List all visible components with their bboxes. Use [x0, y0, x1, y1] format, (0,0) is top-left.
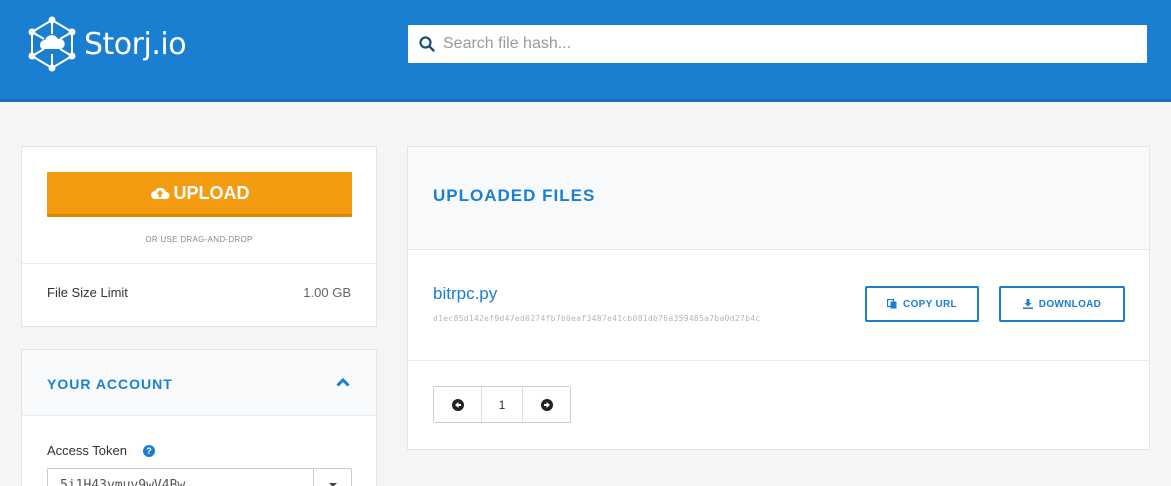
help-icon[interactable]: ?	[143, 445, 155, 457]
download-label: DOWNLOAD	[1038, 298, 1102, 310]
access-token-value: 5i1H43vmuv9wV4Bw	[60, 478, 186, 486]
file-size-limit-value: 1.00 GB	[303, 285, 351, 300]
storj-logo[interactable]: Storj.io	[24, 16, 187, 72]
copy-url-label: COPY URL	[903, 298, 957, 310]
account-header[interactable]: YOUR ACCOUNT	[22, 350, 376, 416]
divider	[22, 263, 376, 264]
copy-icon	[887, 299, 897, 309]
arrow-right-circle-icon	[540, 398, 553, 411]
logo-text: Storj.io	[84, 26, 187, 62]
arrow-left-circle-icon	[451, 398, 464, 411]
account-panel: YOUR ACCOUNT Access Token ? 5i1H43vmuv9w…	[21, 349, 377, 486]
upload-button[interactable]: UPLOAD	[47, 172, 352, 217]
search-input[interactable]	[443, 35, 1123, 53]
uploaded-files-header: UPLOADED FILES	[408, 147, 1149, 249]
access-token-field[interactable]: 5i1H43vmuv9wV4Bw	[47, 468, 352, 486]
download-icon	[1022, 299, 1033, 309]
app-header: Storj.io	[0, 0, 1171, 102]
next-page-button[interactable]	[523, 387, 570, 422]
upload-button-label: UPLOAD	[173, 182, 250, 203]
account-title: YOUR ACCOUNT	[47, 376, 173, 392]
search-bar	[408, 25, 1147, 63]
uploaded-files-title: UPLOADED FILES	[433, 186, 596, 205]
copy-url-button[interactable]: COPY URL	[865, 286, 979, 322]
pagination: 1	[433, 386, 571, 423]
drag-drop-note: OR USE DRAG-AND-DROP	[145, 235, 253, 244]
token-dropdown-toggle[interactable]	[313, 469, 351, 486]
uploaded-files-panel: UPLOADED FILES bitrpc.py d1ec85d142ef9d4…	[407, 146, 1150, 450]
search-icon	[419, 36, 435, 52]
cloud-upload-icon	[150, 187, 169, 199]
divider	[408, 360, 1149, 361]
download-button[interactable]: DOWNLOAD	[999, 286, 1125, 322]
previous-page-button[interactable]	[434, 387, 481, 422]
upload-panel: UPLOAD OR USE DRAG-AND-DROP File Size Li…	[21, 146, 377, 327]
current-page-number[interactable]: 1	[481, 387, 523, 422]
file-size-limit-label: File Size Limit	[47, 285, 128, 300]
divider	[408, 249, 1149, 250]
storj-network-icon	[28, 16, 76, 72]
access-token-label: Access Token	[47, 443, 127, 458]
caret-down-icon	[328, 483, 337, 486]
file-name-link[interactable]: bitrpc.py	[433, 284, 497, 304]
file-hash: d1ec85d142ef9d47ed0274fb7b0eaf3487e41cb0…	[433, 314, 761, 323]
chevron-up-icon[interactable]	[336, 377, 350, 387]
